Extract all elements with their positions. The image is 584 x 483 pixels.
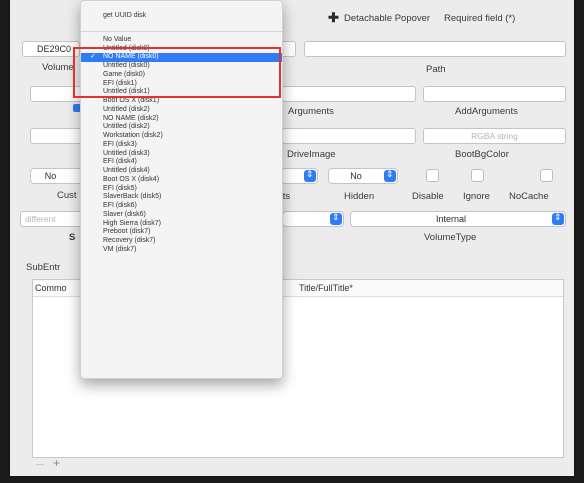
bootbgcolor-field[interactable]: RGBA string — [423, 128, 566, 144]
detachable-popover-label[interactable]: Detachable Popover — [344, 13, 430, 24]
menu-item[interactable]: Untitled (disk4) — [81, 167, 282, 176]
required-field-label: Required field (*) — [444, 13, 516, 24]
menu-item-label: EFI (disk4) — [103, 158, 137, 166]
menu-item-label: Workstation (disk2) — [103, 132, 163, 139]
menu-item-label: Boot OS X (disk1) — [103, 97, 160, 104]
path-field[interactable] — [304, 41, 566, 57]
menu-item-label: Boot OS X (disk4) — [103, 175, 160, 183]
chevron-updown-icon — [304, 169, 316, 182]
menu-item[interactable]: VM (disk7) — [81, 246, 282, 255]
volume-field[interactable]: DE29C0 — [22, 41, 80, 57]
menu-item-label: VM (disk7) — [103, 245, 137, 253]
menu-item[interactable]: High Sierra (disk7) — [81, 220, 282, 229]
addarguments-field[interactable] — [423, 86, 566, 102]
menu-item[interactable]: SlaverBack (disk5) — [81, 193, 282, 202]
hidden-label: Hidden — [344, 191, 375, 202]
menu-item[interactable]: Untitled (disk2) — [81, 123, 282, 132]
arguments-field[interactable] — [282, 86, 416, 102]
bootbgcolor-label: BootBgColor — [455, 149, 509, 160]
texts-popup[interactable] — [280, 168, 318, 184]
menu-item-label: High Sierra (disk7) — [103, 219, 161, 227]
menu-item-label: Untitled (disk2) — [103, 123, 150, 131]
disable-checkbox[interactable] — [426, 169, 439, 182]
menu-item-label: SlaverBack (disk5) — [103, 193, 162, 201]
menu-item[interactable]: NO NAME (disk2) — [81, 115, 282, 124]
menu-item[interactable]: EFI (disk3) — [81, 141, 282, 150]
menu-item-label: Recovery (disk7) — [103, 237, 156, 244]
menu-item-label: No Value — [103, 35, 132, 43]
path-label: Path — [426, 64, 446, 75]
driveimage-label: DriveImage — [287, 149, 336, 160]
nocache-checkbox[interactable] — [540, 169, 553, 182]
menu-item-label: EFI (disk5) — [103, 184, 137, 192]
menu-item[interactable]: Boot OS X (disk1) — [81, 97, 282, 106]
menu-item[interactable]: EFI (disk6) — [81, 202, 282, 211]
menu-item[interactable]: Recovery (disk7) — [81, 237, 282, 246]
menu-item[interactable]: Slaver (disk6) — [81, 211, 282, 220]
remove-row-button[interactable]: — — [36, 460, 44, 469]
subentries-label: SubEntr — [26, 262, 61, 273]
different-placeholder: different — [25, 214, 56, 224]
menu-item[interactable]: Boot OS X (disk4) — [81, 176, 282, 185]
menu-header[interactable]: get UUID disk — [81, 12, 282, 21]
menu-item[interactable]: EFI (disk4) — [81, 158, 282, 167]
menu-item-label: EFI (disk3) — [103, 140, 137, 148]
left-popup-value: No — [44, 171, 57, 181]
menu-item[interactable]: EFI (disk5) — [81, 185, 282, 194]
volumetype-value: Internal — [435, 214, 467, 224]
add-row-button[interactable]: + — [53, 456, 60, 470]
left-field-row3[interactable] — [30, 128, 85, 144]
highlight-box — [73, 47, 281, 98]
volumetype-label: VolumeType — [424, 232, 477, 243]
menu-item-label: Untitled (disk4) — [103, 167, 150, 174]
driveimage-field[interactable] — [282, 128, 416, 144]
rgba-placeholder: RGBA string — [471, 131, 518, 141]
chevron-updown-icon — [330, 212, 342, 225]
different-field[interactable]: different — [20, 211, 85, 227]
menu-item[interactable]: No Value — [81, 36, 282, 45]
menu-item[interactable]: Untitled (disk3) — [81, 150, 282, 159]
chevron-updown-icon — [552, 212, 564, 225]
ignore-checkbox[interactable] — [471, 169, 484, 182]
menu-item-label: Preboot (disk7) — [103, 228, 151, 236]
menu-item-label: Untitled (disk3) — [103, 149, 150, 157]
menu-item-label: NO NAME (disk2) — [103, 114, 159, 122]
menu-item-label: Untitled (disk2) — [103, 105, 150, 113]
hidden-popup-value: No — [350, 171, 362, 181]
custom-label: Cust — [57, 190, 77, 201]
ignore-label: Ignore — [463, 191, 490, 202]
menu-item-label: Slaver (disk6) — [103, 210, 146, 218]
menu-item[interactable]: Untitled (disk2) — [81, 106, 282, 115]
plus-icon[interactable]: ✚ — [328, 10, 339, 26]
arguments-label: Arguments — [288, 106, 334, 117]
nocache-label: NoCache — [509, 191, 549, 202]
volumetype-popup[interactable]: Internal — [350, 211, 566, 227]
column-header-common[interactable]: Commo — [35, 283, 67, 293]
chevron-updown-icon — [384, 169, 396, 182]
volume-label: Volume — [42, 62, 74, 73]
volume-value: DE29C0 — [37, 44, 72, 54]
menu-separator — [81, 30, 282, 32]
menu-item-label: EFI (disk6) — [103, 202, 137, 209]
hidden-popup[interactable]: No — [328, 168, 398, 184]
menu-item[interactable]: Preboot (disk7) — [81, 228, 282, 237]
addarguments-label: AddArguments — [455, 106, 518, 117]
s-popup[interactable] — [282, 211, 344, 227]
menu-item[interactable]: Workstation (disk2) — [81, 132, 282, 141]
disable-label: Disable — [412, 191, 444, 202]
left-popup[interactable]: No — [30, 168, 85, 184]
s-label: S — [69, 232, 76, 243]
column-header-title[interactable]: Title/FullTitle* — [299, 283, 353, 293]
